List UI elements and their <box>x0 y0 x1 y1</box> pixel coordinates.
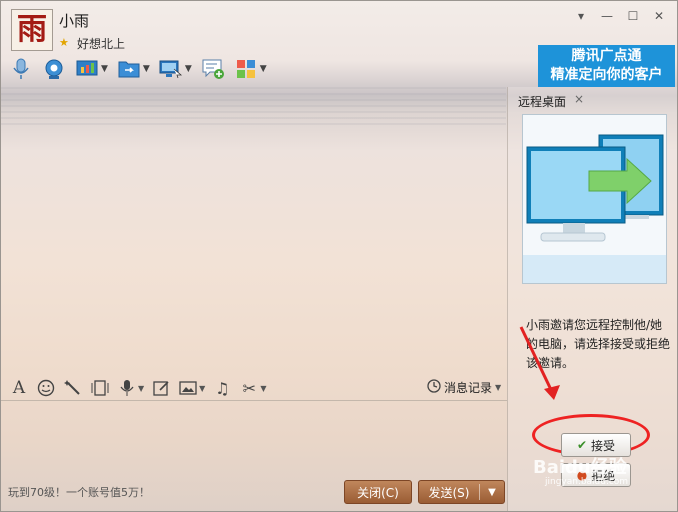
file-transfer-icon <box>117 57 141 81</box>
clock-icon <box>427 379 441 396</box>
app-share-icon <box>75 57 99 81</box>
watermark-text: Baidu经验 <box>533 457 627 478</box>
gif-button[interactable] <box>90 378 110 398</box>
remote-desktop-panel: 远程桌面 × 小雨邀请您远程控制他/她的电脑，请选择接受或拒绝该邀请。 ✔ 接受 <box>507 87 677 511</box>
window-controls: ▾ — ☐ ✕ <box>571 7 669 25</box>
voice-call-icon <box>9 57 33 81</box>
remote-desktop-button[interactable]: ▼ <box>159 57 192 81</box>
file-transfer-button[interactable]: ▼ <box>117 57 150 81</box>
panel-title: 远程桌面 <box>518 95 567 109</box>
chevron-down-icon[interactable]: ▼ <box>480 487 504 498</box>
promo-text[interactable]: 玩到70级！一个账号值5万！ <box>8 484 150 500</box>
watermark-sub: jingyan.baidu.com <box>545 477 629 487</box>
magic-button[interactable] <box>63 378 83 398</box>
chevron-down-icon[interactable]: ▼ <box>101 64 108 74</box>
send-label: 发送(S) <box>428 485 470 500</box>
music-icon: ♫ <box>215 378 230 398</box>
chevron-down-icon[interactable]: ▼ <box>495 383 501 392</box>
ad-line2: 精准定向你的客户 <box>550 67 663 83</box>
message-input[interactable] <box>1 401 506 475</box>
chevron-down-icon[interactable]: ▼ <box>260 384 266 393</box>
emoji-button[interactable] <box>36 378 56 398</box>
avatar[interactable]: 雨 <box>11 9 53 51</box>
scissors-icon: ✂ <box>242 378 257 398</box>
ad-banner[interactable]: 腾讯广点通 精准定向你的客户 <box>538 45 675 87</box>
gif-icon <box>90 378 110 398</box>
chat-toolbar: ▼ ▼ ▼ ▼ <box>9 56 276 82</box>
message-area[interactable] <box>1 87 506 375</box>
create-group-icon <box>201 57 225 81</box>
check-icon: ✔ <box>576 438 588 452</box>
close-icon[interactable]: ✕ <box>649 7 669 25</box>
voice-call-button[interactable] <box>9 57 33 81</box>
apps-icon <box>234 57 258 81</box>
contact-signature: 好想北上 <box>77 37 126 51</box>
edit-image-icon <box>151 378 171 398</box>
minimize-icon[interactable]: — <box>597 7 617 25</box>
picture-icon <box>178 378 198 398</box>
font-button[interactable]: A <box>9 378 29 398</box>
chevron-down-icon[interactable]: ▼ <box>138 384 144 393</box>
avatar-glyph: 雨 <box>17 12 47 47</box>
star-icon: ★ <box>59 36 69 49</box>
edit-image-button[interactable] <box>151 378 171 398</box>
screenshot-button[interactable]: ✂ ▼ <box>239 378 267 398</box>
picture-button[interactable]: ▼ <box>178 378 205 398</box>
message-history-button[interactable]: 消息记录 ▼ <box>427 379 501 396</box>
send-button[interactable]: 发送(S) ▼ <box>418 480 505 504</box>
chevron-down-icon[interactable]: ▼ <box>185 64 192 74</box>
video-call-icon <box>42 57 66 81</box>
video-call-button[interactable] <box>42 57 66 81</box>
history-label: 消息记录 <box>444 381 493 395</box>
chevron-down-icon[interactable]: ▼ <box>260 64 267 74</box>
magic-icon <box>63 378 83 398</box>
font-icon: A <box>12 378 26 398</box>
emoji-icon <box>36 378 56 398</box>
apps-button[interactable]: ▼ <box>234 57 267 81</box>
chevron-down-icon[interactable]: ▼ <box>143 64 150 74</box>
contact-name[interactable]: 小雨 <box>59 10 89 31</box>
app-share-button[interactable]: ▼ <box>75 57 108 81</box>
accept-label: 接受 <box>591 438 616 453</box>
music-button[interactable]: ♫ <box>212 378 232 398</box>
input-toolbar: A ▼ ▼ ♫ ✂ ▼ <box>9 377 273 399</box>
dropdown-icon[interactable]: ▾ <box>571 7 591 25</box>
close-button[interactable]: 关闭(C) <box>344 480 412 504</box>
voice-message-button[interactable]: ▼ <box>117 378 144 398</box>
create-group-button[interactable] <box>201 57 225 81</box>
watermark: Baidu经验 jingyan.baidu.com <box>533 453 653 487</box>
mic-icon <box>117 378 137 398</box>
close-icon[interactable]: × <box>574 92 584 106</box>
chat-window: 雨 小雨 ★ 好想北上 ▾ — ☐ ✕ 腾讯广点通 精准定向你的客户 ▼ ▼ ▼… <box>0 0 678 512</box>
remote-desktop-icon <box>159 57 183 81</box>
maximize-icon[interactable]: ☐ <box>623 7 643 25</box>
ad-line1: 腾讯广点通 <box>571 48 642 64</box>
remote-desktop-illustration <box>522 114 667 284</box>
invite-message: 小雨邀请您远程控制他/她的电脑，请选择接受或拒绝该邀请。 <box>526 318 671 370</box>
chevron-down-icon[interactable]: ▼ <box>199 384 205 393</box>
